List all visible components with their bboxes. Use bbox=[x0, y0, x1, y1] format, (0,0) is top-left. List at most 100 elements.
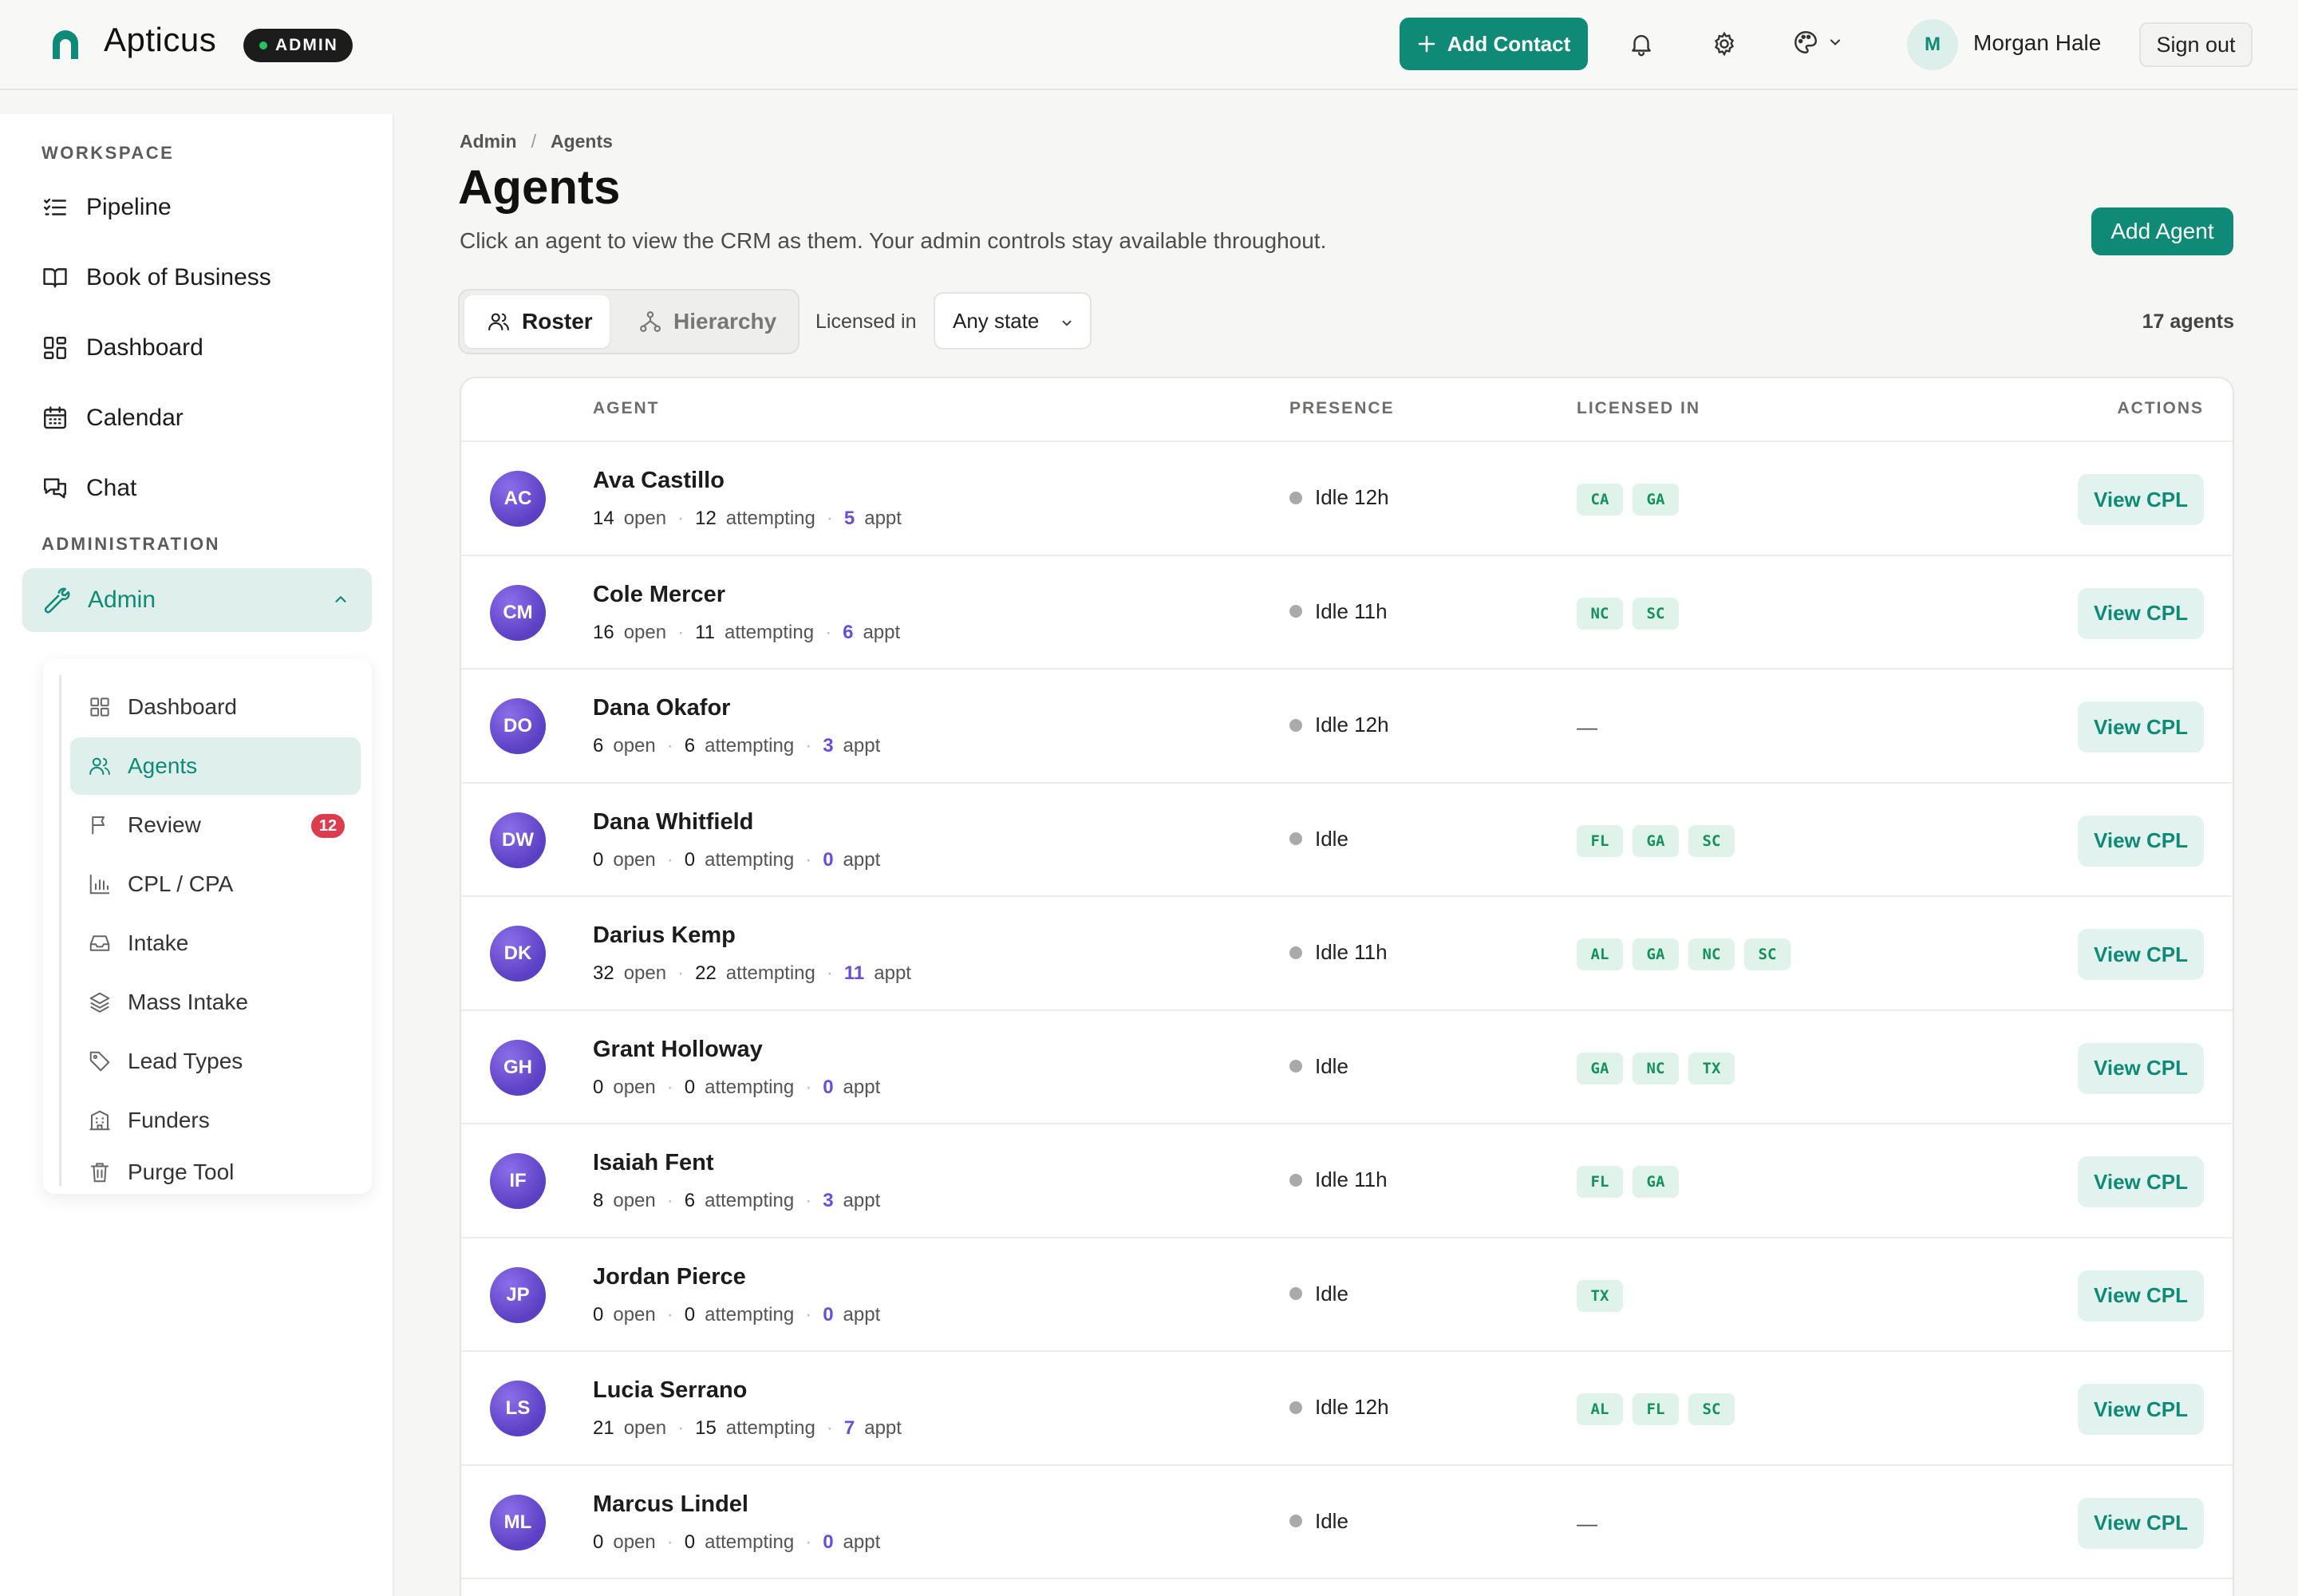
open-label: open bbox=[613, 1531, 656, 1553]
table-row[interactable]: DK Darius Kemp 32 open · 22 attempting ·… bbox=[461, 897, 2233, 1011]
sidebar-item-calendar[interactable]: Calendar bbox=[41, 405, 184, 432]
table-row[interactable]: IF Isaiah Fent 8 open · 6 attempting · 3… bbox=[461, 1124, 2233, 1238]
theme-palette-button[interactable] bbox=[1792, 29, 1843, 56]
table-row[interactable]: DW Dana Whitfield 0 open · 0 attempting … bbox=[461, 784, 2233, 897]
table-row[interactable]: ML Marcus Lindel 0 open · 0 attempting ·… bbox=[461, 1466, 2233, 1579]
app-name[interactable]: Apticus bbox=[104, 21, 216, 59]
dashboard-icon bbox=[44, 337, 66, 359]
licensed-states: FL GA bbox=[1577, 1166, 1679, 1198]
agent-name[interactable]: Jordan Pierce bbox=[593, 1264, 746, 1290]
open-count: 8 bbox=[593, 1190, 604, 1211]
sidebar-item-book-of-business[interactable]: Book of Business bbox=[41, 264, 271, 291]
appt-label: appt bbox=[843, 1303, 881, 1325]
table-body: AC Ava Castillo 14 open · 12 attempting … bbox=[461, 442, 2233, 1579]
sidebar-item-admin-dashboard[interactable]: Dashboard bbox=[70, 678, 361, 736]
sidebar-item-admin[interactable]: Admin bbox=[22, 568, 372, 632]
view-cpl-button[interactable]: View CPL bbox=[2078, 1384, 2204, 1435]
presence-dot-icon bbox=[1289, 1287, 1302, 1300]
table-row[interactable]: JP Jordan Pierce 0 open · 0 attempting ·… bbox=[461, 1238, 2233, 1352]
view-cpl-button[interactable]: View CPL bbox=[2078, 701, 2204, 753]
column-header-agent: AGENT bbox=[593, 399, 660, 417]
table-row[interactable]: LS Lucia Serrano 21 open · 15 attempting… bbox=[461, 1352, 2233, 1466]
attempting-label: attempting bbox=[705, 1076, 795, 1098]
add-contact-button[interactable]: Add Contact bbox=[1400, 18, 1588, 70]
state-chip: FL bbox=[1633, 1393, 1679, 1425]
state-chip: FL bbox=[1577, 824, 1623, 857]
sidebar-item-purge-tool[interactable]: Purge Tool bbox=[70, 1151, 361, 1194]
state-chip: SC bbox=[1633, 597, 1679, 630]
tab-hierarchy[interactable]: Hierarchy bbox=[616, 295, 792, 348]
table-row[interactable]: CM Cole Mercer 16 open · 11 attempting ·… bbox=[461, 556, 2233, 670]
add-agent-button[interactable]: Add Agent bbox=[2091, 207, 2233, 255]
state-chip: NC bbox=[1688, 938, 1735, 970]
table-row[interactable]: DO Dana Okafor 6 open · 6 attempting · 3… bbox=[461, 670, 2233, 784]
sidebar-item-review[interactable]: Review 12 bbox=[70, 796, 361, 854]
view-cpl-button[interactable]: View CPL bbox=[2078, 1270, 2204, 1321]
sidebar-item-chat[interactable]: Chat bbox=[41, 475, 136, 502]
bell-icon[interactable] bbox=[1628, 30, 1655, 57]
table-row[interactable]: AC Ava Castillo 14 open · 12 attempting … bbox=[461, 442, 2233, 556]
agent-name[interactable]: Ava Castillo bbox=[593, 468, 725, 494]
tab-roster[interactable]: Roster bbox=[464, 295, 610, 348]
agent-count: 17 agents bbox=[2142, 310, 2234, 333]
attempting-label: attempting bbox=[705, 1190, 795, 1211]
tag-icon bbox=[89, 1051, 110, 1072]
view-cpl-button[interactable]: View CPL bbox=[2078, 474, 2204, 525]
presence-label: Idle 12h bbox=[1315, 713, 1389, 737]
add-contact-label: Add Contact bbox=[1447, 31, 1571, 56]
view-cpl-button[interactable]: View CPL bbox=[2078, 815, 2204, 867]
agent-name[interactable]: Dana Whitfield bbox=[593, 809, 753, 836]
state-chip: AL bbox=[1577, 938, 1623, 970]
sidebar-item-lead-types[interactable]: Lead Types bbox=[70, 1033, 361, 1090]
presence-status: Idle bbox=[1289, 1509, 1348, 1534]
state-chip: NC bbox=[1577, 597, 1623, 630]
presence-label: Idle bbox=[1315, 826, 1348, 851]
sub-item-label: Agents bbox=[128, 753, 198, 778]
sign-out-button[interactable]: Sign out bbox=[2139, 22, 2253, 67]
agent-name[interactable]: Marcus Lindel bbox=[593, 1491, 748, 1518]
agent-avatar: DO bbox=[490, 698, 546, 754]
state-chip: FL bbox=[1577, 1166, 1623, 1198]
view-cpl-button[interactable]: View CPL bbox=[2078, 1497, 2204, 1549]
breadcrumb-admin[interactable]: Admin bbox=[460, 131, 517, 152]
view-cpl-button[interactable]: View CPL bbox=[2078, 1042, 2204, 1094]
sidebar-item-intake[interactable]: Intake bbox=[70, 915, 361, 972]
sub-item-label: Mass Intake bbox=[128, 990, 248, 1014]
chevron-up-icon bbox=[335, 595, 346, 602]
sub-item-label: CPL / CPA bbox=[128, 871, 234, 896]
state-filter-select[interactable]: Any state bbox=[934, 292, 1092, 350]
user-name[interactable]: Morgan Hale bbox=[1973, 30, 2101, 56]
sidebar-item-cpl-cpa[interactable]: CPL / CPA bbox=[70, 855, 361, 913]
agent-name[interactable]: Lucia Serrano bbox=[593, 1377, 747, 1404]
sidebar-item-label: Dashboard bbox=[86, 334, 203, 361]
presence-status: Idle 12h bbox=[1289, 713, 1389, 737]
agent-name[interactable]: Isaiah Fent bbox=[593, 1150, 714, 1176]
attempting-label: attempting bbox=[725, 962, 815, 984]
sidebar-item-pipeline[interactable]: Pipeline bbox=[41, 194, 172, 221]
appt-label: appt bbox=[843, 1531, 881, 1553]
sidebar-item-funders[interactable]: Funders bbox=[70, 1092, 361, 1149]
agent-avatar: CM bbox=[490, 584, 546, 641]
open-count: 32 bbox=[593, 962, 614, 984]
gear-icon[interactable] bbox=[1711, 30, 1738, 57]
agent-name[interactable]: Darius Kemp bbox=[593, 922, 736, 949]
sidebar-item-agents[interactable]: Agents bbox=[70, 737, 361, 795]
open-label: open bbox=[613, 1076, 656, 1098]
state-chip: SC bbox=[1688, 824, 1735, 857]
agent-name[interactable]: Cole Mercer bbox=[593, 582, 725, 608]
table-row[interactable]: GH Grant Holloway 0 open · 0 attempting … bbox=[461, 1011, 2233, 1124]
user-avatar[interactable]: M bbox=[1907, 19, 1958, 70]
sidebar-item-mass-intake[interactable]: Mass Intake bbox=[70, 974, 361, 1031]
view-cpl-button[interactable]: View CPL bbox=[2078, 1156, 2204, 1207]
sidebar-item-dashboard[interactable]: Dashboard bbox=[41, 334, 203, 361]
separator-dot: · bbox=[666, 1531, 673, 1553]
agent-name[interactable]: Dana Okafor bbox=[593, 695, 730, 721]
agent-stats: 21 open · 15 attempting · 7 appt bbox=[593, 1417, 902, 1440]
separator-dot: · bbox=[677, 508, 685, 529]
presence-dot-icon bbox=[1289, 1060, 1302, 1073]
separator-dot: · bbox=[677, 1417, 685, 1439]
presence-dot-icon bbox=[1289, 605, 1302, 618]
agent-name[interactable]: Grant Holloway bbox=[593, 1037, 763, 1063]
view-cpl-button[interactable]: View CPL bbox=[2078, 929, 2204, 980]
view-cpl-button[interactable]: View CPL bbox=[2078, 587, 2204, 639]
